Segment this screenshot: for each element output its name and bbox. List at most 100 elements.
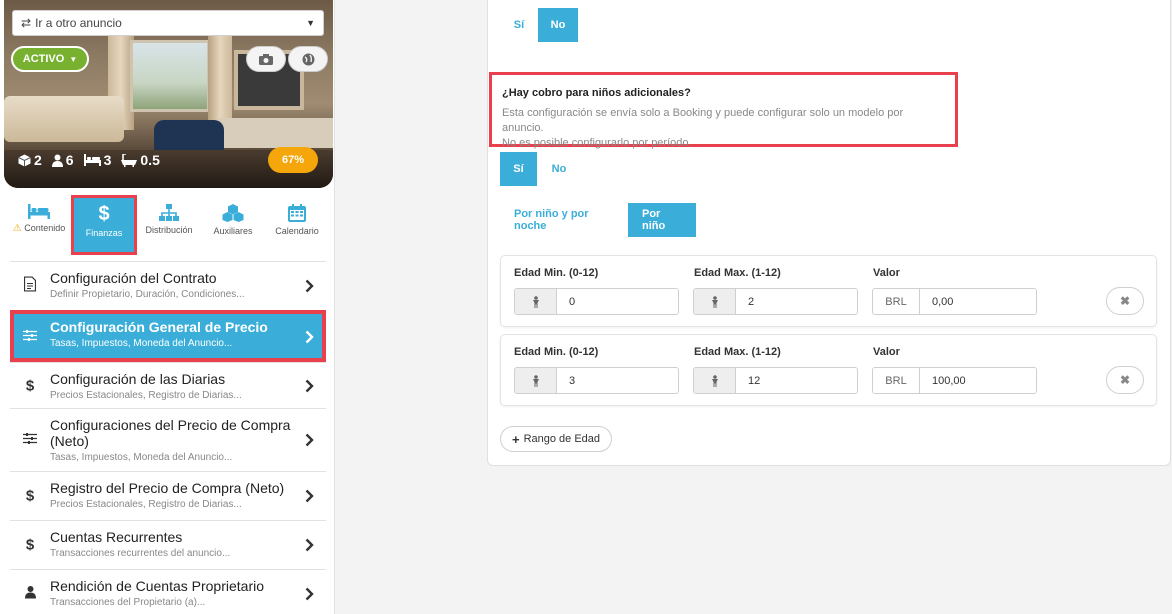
menu-item-cuentas-recurrentes[interactable]: $ Cuentas Recurrentes Transacciones recu… [10, 520, 326, 569]
children-no-button[interactable]: No [537, 152, 581, 186]
top-yes-no-toggle: Sí No [500, 8, 578, 42]
cube-icon [18, 154, 31, 166]
goto-listing-select[interactable]: ⇄ Ir a otro anuncio ▼ [12, 10, 324, 36]
child-icon [515, 368, 557, 393]
camera-button[interactable] [246, 46, 286, 72]
photo-sofa [4, 96, 124, 142]
stat-guests: 6 [51, 152, 74, 168]
tab-contenido[interactable]: ⚠ Contenido [8, 196, 70, 254]
child-icon [694, 368, 736, 393]
close-icon: ✖ [1119, 373, 1131, 387]
max-age-value: 12 [736, 368, 857, 393]
plus-icon: + [511, 431, 520, 447]
per-child-per-night-button[interactable]: Por niño y por noche [500, 203, 628, 237]
min-age-input[interactable]: 0 [514, 288, 679, 315]
menu-item-title: Configuración de las Diarias [50, 371, 226, 387]
tab-auxiliares-label: Auxiliares [213, 226, 253, 236]
per-child-button[interactable]: Por niño [628, 203, 696, 237]
tab-calendario[interactable]: Calendario [266, 196, 328, 254]
dollar-icon: $ [25, 377, 35, 394]
chevron-right-icon [305, 538, 314, 552]
completion-badge: 67% [268, 147, 318, 173]
document-icon [22, 276, 38, 296]
caret-down-icon: ▼ [69, 54, 78, 64]
status-label: ACTIVO [22, 53, 65, 65]
menu-item-subtitle: Precios Estacionales, Registro de Diaria… [50, 390, 242, 401]
cubes-icon [222, 204, 244, 222]
caret-down-icon: ▼ [306, 18, 315, 28]
menu-item-subtitle: Transacciones recurrentes del anuncio... [50, 548, 231, 559]
value-amount: 0,00 [920, 289, 1036, 314]
add-age-range-button[interactable]: + Rango de Edad [500, 426, 612, 452]
warning-icon: ⚠ [12, 223, 22, 234]
stat-beds: 3 [83, 152, 112, 168]
tab-calendario-label: Calendario [275, 226, 319, 236]
tab-contenido-label-wrap: ⚠ Contenido [13, 223, 66, 234]
max-age-input[interactable]: 2 [693, 288, 858, 315]
value-input[interactable]: BRL 0,00 [872, 288, 1037, 315]
user-icon [22, 585, 38, 602]
chevron-right-icon [305, 433, 314, 447]
bathtub-icon [121, 153, 138, 167]
currency-addon: BRL [873, 289, 920, 314]
menu-item-subtitle: Tasas, Impuestos, Moneda del Anuncio... [50, 338, 233, 349]
stat-units: 2 [18, 152, 42, 168]
status-dropdown-button[interactable]: ACTIVO ▼ [11, 46, 89, 72]
menu-item-title: Registro del Precio de Compra (Neto) [50, 480, 285, 496]
children-charge-note-2: No es posible configurarlo por período. [502, 137, 692, 149]
goto-listing-label: Ir a otro anuncio [35, 16, 122, 30]
tab-contenido-label: Contenido [24, 223, 66, 233]
menu-item-title: Configuraciones del Precio de Compra (Ne… [50, 417, 291, 449]
add-age-range-label: Rango de Edad [523, 433, 601, 445]
chevron-right-icon [305, 587, 314, 600]
max-age-input[interactable]: 12 [693, 367, 858, 394]
menu-item-diarias[interactable]: $ Configuración de las Diarias Precios E… [10, 362, 326, 408]
swap-icon: ⇄ [21, 16, 32, 30]
chevron-right-icon [305, 379, 314, 392]
top-yes-button[interactable]: Sí [500, 8, 538, 42]
camera-icon [259, 54, 273, 65]
menu-item-subtitle: Tasas, Impuestos, Moneda del Anuncio... [50, 452, 233, 463]
globe-button[interactable] [288, 46, 328, 72]
chevron-right-icon [305, 489, 314, 503]
sitemap-icon [159, 204, 179, 221]
stat-beds-value: 3 [103, 152, 112, 168]
value-amount: 100,00 [920, 368, 1036, 393]
menu-item-precio-general[interactable]: Configuración General de Precio Tasas, I… [10, 310, 326, 362]
menu-item-contrato[interactable]: Configuración del Contrato Definir Propi… [10, 261, 326, 310]
value-input[interactable]: BRL 100,00 [872, 367, 1037, 394]
remove-range-button[interactable]: ✖ [1106, 287, 1144, 315]
menu-item-precio-compra-config[interactable]: Configuraciones del Precio de Compra (Ne… [10, 408, 326, 471]
menu-item-precio-compra-registro[interactable]: $ Registro del Precio de Compra (Neto) P… [10, 471, 326, 520]
chevron-right-icon [305, 330, 314, 343]
max-age-label: Edad Max. (1-12) [694, 267, 781, 279]
menu-item-title: Configuración General de Precio [50, 319, 268, 335]
min-age-value: 3 [557, 368, 678, 393]
tab-finanzas[interactable]: $ Finanzas [71, 195, 137, 255]
tab-distribucion[interactable]: Distribución [138, 196, 200, 254]
remove-range-button[interactable]: ✖ [1106, 366, 1144, 394]
menu-item-subtitle: Definir Propietario, Duración, Condicion… [50, 289, 245, 300]
sliders-icon [22, 432, 38, 449]
currency-addon: BRL [873, 368, 920, 393]
dollar-icon: $ [25, 536, 35, 554]
children-charge-info: ¿Hay cobro para niños adicionales? Esta … [489, 72, 958, 149]
menu-item-subtitle: Precios Estacionales, Registro de Diaria… [50, 499, 242, 510]
tab-auxiliares[interactable]: Auxiliares [202, 196, 264, 254]
max-age-value: 2 [736, 289, 857, 314]
min-age-value: 0 [557, 289, 678, 314]
min-age-label: Edad Min. (0-12) [514, 346, 599, 358]
child-icon [515, 289, 557, 314]
close-icon: ✖ [1119, 294, 1131, 308]
menu-item-rendicion-cuentas[interactable]: Rendición de Cuentas Proprietario Transa… [10, 569, 326, 614]
value-label: Valor [873, 267, 900, 279]
top-no-button[interactable]: No [538, 8, 578, 42]
listing-stats: 2 6 3 0.5 [18, 152, 160, 168]
child-icon [694, 289, 736, 314]
children-charge-question: ¿Hay cobro para niños adicionales? [502, 87, 691, 99]
children-yes-button[interactable]: Sí [500, 152, 537, 186]
bed-icon [83, 154, 101, 166]
stat-units-value: 2 [34, 152, 42, 168]
section-tabs: ⚠ Contenido $ Finanzas Distribución Auxi… [0, 195, 334, 256]
min-age-input[interactable]: 3 [514, 367, 679, 394]
